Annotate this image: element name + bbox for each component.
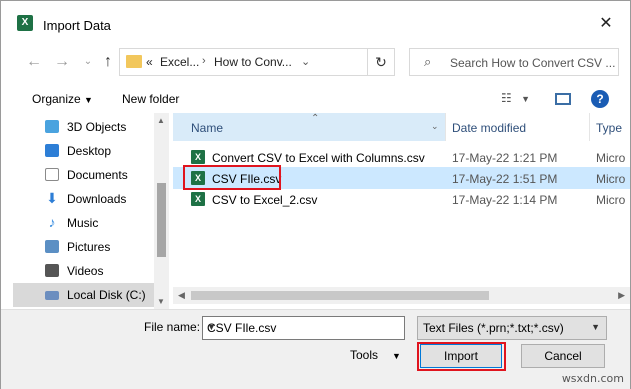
new-folder-button[interactable]: New folder: [122, 92, 179, 106]
scroll-up-icon[interactable]: ▲: [157, 116, 165, 125]
file-list-horizontal-scrollbar[interactable]: ◀ ▶: [173, 287, 630, 304]
nav-item-label: 3D Objects: [67, 120, 127, 134]
nav-item-desktop[interactable]: Desktop: [13, 139, 155, 163]
file-type: Micro: [596, 151, 626, 165]
file-row[interactable]: X CSV to Excel_2.csv 17-May-22 1:14 PM M…: [173, 188, 630, 210]
title-bar: X Import Data ✕: [1, 1, 630, 41]
column-header-name[interactable]: Name ⌃ ⌄: [173, 113, 445, 141]
file-list: Name ⌃ ⌄ Date modified Type X Convert CS…: [173, 113, 630, 309]
close-icon[interactable]: ✕: [596, 14, 616, 34]
file-name-dropdown-icon[interactable]: ▼: [207, 322, 398, 332]
file-type: Micro: [596, 172, 626, 186]
column-divider[interactable]: [589, 113, 590, 141]
watermark: wsxdn.com: [561, 372, 624, 385]
back-arrow-icon[interactable]: ←: [25, 53, 43, 71]
excel-file-icon: X: [191, 192, 205, 206]
highlight-box-import: [417, 342, 506, 371]
file-type-select[interactable]: Text Files (*.prn;*.txt;*.csv) ▼: [417, 316, 607, 340]
file-name: Convert CSV to Excel with Columns.csv: [212, 151, 425, 165]
organize-label: Organize: [32, 92, 81, 106]
address-bar[interactable]: « Excel... › How to Conv... ⌄: [119, 48, 395, 76]
column-name-label: Name: [191, 121, 224, 135]
search-icon: ⌕: [424, 54, 432, 69]
import-data-dialog: X Import Data ✕ ← → ⌄ ↑ « Excel... › How…: [0, 0, 631, 389]
tools-menu[interactable]: Tools ▼: [350, 348, 401, 362]
nav-item-documents[interactable]: Documents: [13, 163, 155, 187]
column-header-date[interactable]: Date modified: [452, 121, 526, 135]
address-dropdown-icon[interactable]: ⌄: [301, 55, 310, 68]
nav-item-label: Videos: [67, 264, 104, 278]
column-headers: Name ⌃ ⌄ Date modified Type: [173, 113, 630, 141]
navigation-pane: 3D Objects Desktop Documents ⬇ Downloads…: [13, 113, 169, 309]
file-type-value: Text Files (*.prn;*.txt;*.csv): [423, 321, 564, 335]
horizontal-scroll-thumb[interactable]: [191, 291, 489, 300]
nav-scroll-thumb[interactable]: [157, 183, 166, 257]
breadcrumb-how-to-conv[interactable]: How to Conv...: [214, 55, 292, 69]
column-header-type[interactable]: Type: [596, 121, 622, 135]
chevron-down-icon: ▼: [591, 322, 600, 332]
local-disk-icon: [45, 291, 59, 300]
nav-item-downloads[interactable]: ⬇ Downloads: [13, 187, 155, 211]
highlight-box-selected-file: [183, 165, 281, 190]
view-options-icon[interactable]: ☷ ▼: [501, 91, 530, 105]
help-icon[interactable]: ?: [591, 90, 609, 108]
preview-pane-icon[interactable]: [555, 93, 571, 105]
scroll-left-icon[interactable]: ◀: [178, 290, 185, 301]
scroll-right-icon[interactable]: ▶: [618, 290, 625, 301]
file-date: 17-May-22 1:14 PM: [452, 193, 558, 207]
chevron-down-icon: ▼: [392, 351, 401, 361]
cancel-button[interactable]: Cancel: [521, 344, 605, 368]
nav-item-local-disk[interactable]: Local Disk (C:): [13, 283, 155, 307]
excel-icon: X: [17, 15, 33, 31]
refresh-icon[interactable]: ↻: [367, 48, 395, 76]
music-icon: ♪: [48, 214, 56, 230]
nav-item-videos[interactable]: Videos: [13, 259, 155, 283]
nav-item-label: Documents: [67, 168, 128, 182]
file-date: 17-May-22 1:51 PM: [452, 172, 558, 186]
file-type: Micro: [596, 193, 626, 207]
breadcrumb-overflow[interactable]: «: [146, 55, 153, 69]
address-row: ← → ⌄ ↑ « Excel... › How to Conv... ⌄ ↻ …: [1, 45, 630, 79]
recent-locations-chevron-icon[interactable]: ⌄: [79, 56, 97, 67]
column-divider[interactable]: [445, 113, 446, 141]
column-filter-chevron-icon[interactable]: ⌄: [431, 121, 439, 132]
up-arrow-icon[interactable]: ↑: [99, 53, 117, 71]
search-box[interactable]: ⌕ Search How to Convert CSV ...: [409, 48, 619, 76]
file-name-field[interactable]: CSV FIle.csv ▼: [202, 316, 405, 340]
sort-ascending-icon: ⌃: [311, 113, 320, 124]
nav-item-pictures[interactable]: Pictures: [13, 235, 155, 259]
command-bar: Organize ▼ New folder ☷ ▼ ?: [1, 85, 630, 113]
nav-item-label: Downloads: [67, 192, 127, 206]
nav-scrollbar[interactable]: ▲ ▼: [154, 113, 169, 309]
nav-item-label: Music: [67, 216, 99, 230]
breadcrumb-separator-icon: ›: [202, 55, 206, 67]
tools-label: Tools: [350, 348, 379, 362]
search-placeholder: Search How to Convert CSV ...: [450, 56, 616, 70]
nav-item-label: Pictures: [67, 240, 111, 254]
pictures-icon: [45, 240, 59, 253]
excel-file-icon: X: [191, 150, 205, 164]
folder-icon: [126, 55, 142, 68]
organize-button[interactable]: Organize ▼: [32, 92, 93, 106]
file-name-label: File name:: [144, 320, 201, 334]
file-name: CSV to Excel_2.csv: [212, 193, 318, 207]
nav-item-label: Local Disk (C:): [67, 288, 146, 302]
bottom-panel: File name: CSV FIle.csv ▼ Text Files (*.…: [1, 309, 630, 389]
desktop-icon: [45, 144, 59, 157]
nav-item-3d-objects[interactable]: 3D Objects: [13, 115, 155, 139]
file-date: 17-May-22 1:21 PM: [452, 151, 558, 165]
window-title: Import Data: [43, 18, 111, 33]
videos-icon: [45, 264, 59, 277]
documents-icon: [45, 168, 59, 181]
scroll-down-icon[interactable]: ▼: [157, 297, 165, 306]
3d-objects-icon: [45, 120, 59, 133]
breadcrumb-excel[interactable]: Excel...: [160, 55, 199, 69]
downloads-icon: ⬇: [46, 190, 58, 206]
nav-item-label: Desktop: [67, 144, 112, 158]
nav-item-music[interactable]: ♪ Music: [13, 211, 155, 235]
forward-arrow-icon[interactable]: →: [53, 53, 71, 71]
